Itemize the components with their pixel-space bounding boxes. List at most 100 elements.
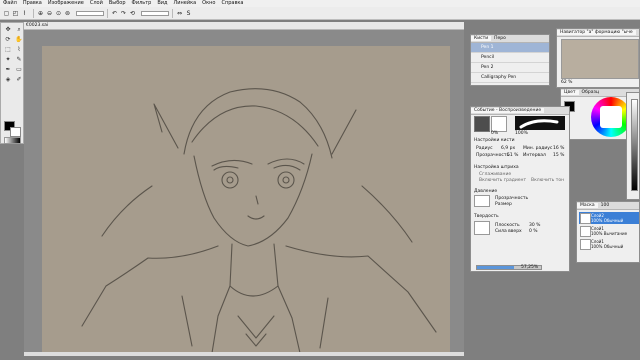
deselect-icon[interactable]: ▢ <box>3 10 10 17</box>
navigator-zoom[interactable]: 62 % <box>561 80 572 85</box>
menu-layer[interactable]: Слой <box>87 0 106 7</box>
zoom-progress-text: 57,25% <box>521 265 539 270</box>
color-wheel[interactable] <box>591 97 631 137</box>
min-radius-label: Мин. радиус <box>523 146 553 151</box>
layer-item[interactable]: Слой1 100% Вычитание <box>579 225 639 237</box>
brush-item[interactable]: Pencil <box>471 53 549 63</box>
brush-tip-icon[interactable] <box>491 116 507 132</box>
brush-item[interactable]: Calligraphy Pen <box>471 73 549 83</box>
pen-tool-icon[interactable]: ✒ <box>3 65 13 74</box>
rotate-left-icon[interactable]: ↶ <box>111 10 118 17</box>
toolbar: ▢ ◰ ⌇ ⊕ ⊖ ⊙ ⊚ ↶ ↷ ⟲ ⇔ S <box>0 7 640 20</box>
rotate-tool-icon[interactable]: ⟳ <box>3 35 13 44</box>
invert-icon[interactable]: ◰ <box>12 10 19 17</box>
stroke-tone-option[interactable]: Включить тон <box>531 178 564 183</box>
menu-image[interactable]: Изображение <box>45 0 87 7</box>
actual-size-icon[interactable]: ⊚ <box>64 10 71 17</box>
navigator-header: Навигатор "a" формацию "ыче <box>557 29 639 37</box>
rotate-right-icon[interactable]: ↷ <box>120 10 127 17</box>
brush-item[interactable]: Pen 1 <box>471 43 549 53</box>
tab-swatches[interactable]: Образц <box>579 90 602 95</box>
color-square[interactable] <box>600 106 622 128</box>
zoom-slider[interactable] <box>76 10 104 16</box>
tab-color[interactable]: Цвет <box>561 90 579 95</box>
canvas[interactable] <box>42 46 450 353</box>
layer-thumbnail <box>580 213 591 224</box>
menu-help[interactable]: Справка <box>218 0 246 7</box>
brush-item-label: Pen 2 <box>481 65 494 70</box>
eyedropper-icon[interactable]: ✎ <box>14 55 24 64</box>
bucket-icon[interactable]: ◈ <box>3 75 13 84</box>
menu-select[interactable]: Выбор <box>106 0 129 7</box>
preset-100: 100% <box>515 131 528 136</box>
lasso-icon[interactable]: ⌇ <box>21 10 28 17</box>
section-brush-settings: Настройки кисти <box>474 138 515 143</box>
brush-settings-header: Событие - Воспроизведение <box>471 107 569 115</box>
move-tool-icon[interactable]: ✥ <box>3 25 13 34</box>
flatness-value[interactable]: 30 % <box>529 223 540 228</box>
layer-item[interactable]: Слой1 100% Обычный <box>579 238 639 250</box>
rotate-reset-icon[interactable]: ⟲ <box>129 10 136 17</box>
navigator-thumbnail[interactable] <box>561 39 639 79</box>
zoom-out-icon[interactable]: ⊖ <box>46 10 53 17</box>
lasso-tool-icon[interactable]: ⌇ <box>14 45 24 54</box>
hand-tool-icon[interactable]: ✋ <box>14 35 24 44</box>
horizontal-scrollbar[interactable] <box>24 352 464 356</box>
select-tool-icon[interactable]: ⬚ <box>3 45 13 54</box>
eraser-icon[interactable]: ▭ <box>14 65 24 74</box>
brush-item[interactable]: Pen 2 <box>471 63 549 73</box>
pressure-curve-icon[interactable] <box>474 195 490 207</box>
layer-opacity[interactable]: 100 <box>598 203 613 208</box>
document-title: €0023.sai <box>26 23 49 28</box>
brush-panel: Кисти Перо Pen 1 Pencil Pen 2 Calligraph… <box>470 34 550 86</box>
menu-window[interactable]: Окно <box>199 0 218 7</box>
layers-tabs: Маска 100 <box>577 202 639 210</box>
tab-pen[interactable]: Перо <box>491 36 509 41</box>
radius-label: Радиус <box>476 146 493 151</box>
section-stroke-settings: Настройка штриха <box>474 165 519 170</box>
zoom-progress-fill <box>477 266 514 269</box>
brush-settings-title: Событие - Воспроизведение <box>471 108 545 113</box>
brush-tool-icon[interactable]: ✐ <box>14 75 24 84</box>
fit-icon[interactable]: ⊙ <box>55 10 62 17</box>
navigator-panel: Навигатор "a" формацию "ыче 62 % <box>556 28 640 88</box>
stroke-gradient-option[interactable]: Включить градиент <box>479 178 526 183</box>
menu-filter[interactable]: Фильтр <box>129 0 155 7</box>
layers-panel: Маска 100 Слой2 100% Обычный Слой1 100% … <box>576 201 640 263</box>
brush-item-label: Pen 1 <box>481 45 494 50</box>
tab-mask[interactable]: Маска <box>577 203 598 208</box>
stroke-preview-graphic <box>519 119 559 129</box>
menu-edit[interactable]: Правка <box>20 0 45 7</box>
menu-ruler[interactable]: Линейка <box>170 0 199 7</box>
magic-wand-icon[interactable]: ✦ <box>3 55 13 64</box>
tab-brushes[interactable]: Кисти <box>471 36 492 41</box>
toolbar-separator <box>107 8 108 18</box>
min-radius-value[interactable]: 16 % <box>553 146 564 151</box>
gradient-swatch[interactable] <box>4 137 21 144</box>
power-value[interactable]: 0 % <box>529 229 538 234</box>
rotate-slider[interactable] <box>141 10 169 16</box>
value-slider[interactable] <box>631 99 638 191</box>
transparency-value[interactable]: 51 % <box>507 153 518 158</box>
pressure-size-option[interactable]: Размер <box>495 202 512 207</box>
flip-icon[interactable]: ⇔ <box>176 10 183 17</box>
stroke-smoothing-option[interactable]: Сглаживание <box>479 172 511 177</box>
pressure-transparency-option[interactable]: Прозрачность <box>495 196 528 201</box>
document-window: €0023.sai <box>24 22 464 356</box>
interval-value[interactable]: 15 % <box>553 153 564 158</box>
hardness-curve-icon[interactable] <box>474 221 490 235</box>
background-color[interactable] <box>10 127 21 137</box>
layer-item[interactable]: Слой2 100% Обычный <box>579 212 639 224</box>
zoom-in-icon[interactable]: ⊕ <box>37 10 44 17</box>
navigator-title: Навигатор "a" формацию "ыче <box>557 30 636 35</box>
document-tab[interactable]: €0023.sai <box>24 22 464 30</box>
zoom-tool-icon[interactable]: ⌕ <box>14 25 24 34</box>
layer-mode: 100% Вычитание <box>591 231 628 236</box>
menu-file[interactable]: Файл <box>0 0 20 7</box>
menu-view[interactable]: Вид <box>154 0 170 7</box>
sketch-drawing <box>81 88 437 353</box>
brush-panel-tabs: Кисти Перо <box>471 35 549 43</box>
stabilizer-icon[interactable]: S <box>185 10 192 17</box>
hardness-label: Твердость <box>474 214 499 219</box>
radius-value[interactable]: 6,9 px <box>501 146 515 151</box>
